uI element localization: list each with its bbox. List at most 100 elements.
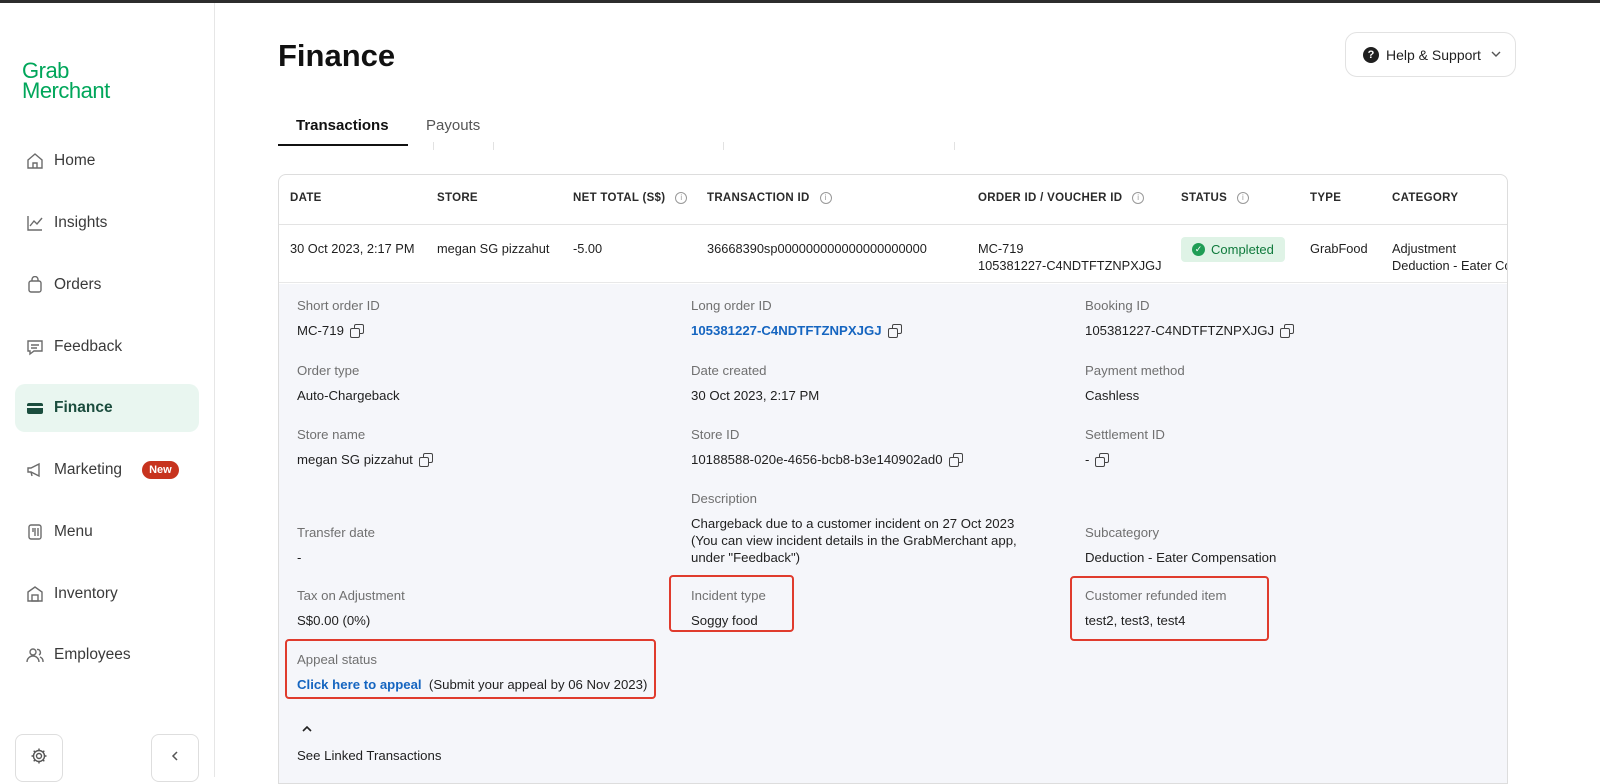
column-header-transaction-id[interactable]: TRANSACTION ID i xyxy=(707,192,832,204)
filter-divider xyxy=(493,142,494,150)
info-icon[interactable]: i xyxy=(1132,192,1145,204)
sidebar-item-home[interactable]: Home xyxy=(15,137,199,185)
table-header: DATE STORE NET TOTAL (S$) i TRANSACTION I… xyxy=(279,175,1507,225)
store-name-value: megan SG pizzahut xyxy=(297,452,413,467)
new-badge: New xyxy=(142,461,179,479)
settlement-id-field: Settlement ID - xyxy=(1085,427,1165,468)
sidebar-item-marketing[interactable]: Marketing New xyxy=(15,446,199,494)
sidebar-item-label: Orders xyxy=(54,276,102,293)
order-type-value: Auto-Chargeback xyxy=(297,388,400,403)
gear-icon xyxy=(30,747,48,770)
date-created-value: 30 Oct 2023, 2:17 PM xyxy=(691,388,820,403)
sidebar-item-label: Employees xyxy=(54,646,131,663)
settlement-id-value: - xyxy=(1085,452,1090,467)
column-header-label: NET TOTAL (S$) xyxy=(573,192,666,205)
refunded-item-highlight xyxy=(1070,576,1269,641)
store-id-value: 10188588-020e-4656-bcb8-b3e140902ad0 xyxy=(691,452,943,467)
field-label: Long order ID xyxy=(691,298,772,313)
tax-value: S$0.00 (0%) xyxy=(297,613,371,628)
booking-id-field: Booking ID 105381227-C4NDTFTZNPXJGJ xyxy=(1085,298,1295,339)
linked-transactions-label: See Linked Transactions xyxy=(297,748,442,763)
help-support-button[interactable]: ? Help & Support xyxy=(1345,32,1516,77)
sidebar-item-insights[interactable]: Insights xyxy=(15,199,199,247)
field-label: Order type xyxy=(297,363,360,378)
linked-transactions-toggle[interactable]: See Linked Transactions xyxy=(297,721,441,764)
chart-icon xyxy=(25,213,45,233)
finance-tabs: Transactions Payouts xyxy=(278,110,498,146)
table-row[interactable]: 30 Oct 2023, 2:17 PM megan SG pizzahut -… xyxy=(279,225,1507,283)
sidebar-item-label: Feedback xyxy=(54,338,123,355)
megaphone-icon xyxy=(25,460,45,480)
field-label: Booking ID xyxy=(1085,298,1150,313)
field-label: Short order ID xyxy=(297,298,380,313)
column-header-type[interactable]: TYPE xyxy=(1310,192,1341,204)
grab-merchant-logo[interactable]: Grab Merchant xyxy=(22,60,110,102)
category-line: Adjustment xyxy=(1392,241,1457,256)
bag-icon xyxy=(25,275,45,295)
sidebar-item-menu[interactable]: Menu xyxy=(15,508,199,556)
sidebar-item-label: Finance xyxy=(54,399,113,416)
sidebar-item-finance[interactable]: Finance xyxy=(15,384,199,432)
help-icon: ? xyxy=(1363,46,1379,63)
column-header-store[interactable]: STORE xyxy=(437,192,478,204)
sidebar-item-label: Menu xyxy=(54,523,93,540)
long-order-id-field: Long order ID 105381227-C4NDTFTZNPXJGJ xyxy=(691,298,902,339)
field-label: Settlement ID xyxy=(1085,427,1165,442)
incident-type-highlight xyxy=(669,575,794,632)
order-id: MC-719 xyxy=(978,241,1024,256)
chevron-down-icon xyxy=(1490,47,1502,63)
description-field: Description Chargeback due to a customer… xyxy=(691,491,1031,566)
sidebar-item-label: Home xyxy=(54,152,96,169)
collapse-sidebar-button[interactable] xyxy=(151,734,199,782)
payment-method-field: Payment method Cashless xyxy=(1085,363,1185,404)
column-header-category[interactable]: CATEGORY xyxy=(1392,192,1458,204)
field-label: Payment method xyxy=(1085,363,1185,378)
chevron-left-icon xyxy=(169,749,181,767)
column-header-order-id[interactable]: ORDER ID / VOUCHER ID i xyxy=(978,192,1145,205)
sidebar-item-inventory[interactable]: Inventory xyxy=(15,570,199,618)
sidebar: Grab Merchant Home Insights Orders Feedb… xyxy=(0,3,215,782)
info-icon[interactable]: i xyxy=(1237,192,1250,204)
field-value: - xyxy=(1085,451,1165,468)
chat-icon xyxy=(25,337,45,357)
cell-category: Adjustment Deduction - Eater Co xyxy=(1392,240,1507,274)
copy-icon[interactable] xyxy=(1280,324,1295,338)
sidebar-item-orders[interactable]: Orders xyxy=(15,261,199,309)
store-name-field: Store name megan SG pizzahut xyxy=(297,427,433,468)
menu-icon xyxy=(25,522,45,542)
tax-adjustment-field: Tax on Adjustment S$0.00 (0%) xyxy=(297,588,405,629)
info-icon[interactable]: i xyxy=(819,192,832,204)
column-header-net-total[interactable]: NET TOTAL (S$) i xyxy=(573,192,688,205)
long-order-id-link[interactable]: 105381227-C4NDTFTZNPXJGJ xyxy=(691,323,882,338)
field-value: 105381227-C4NDTFTZNPXJGJ xyxy=(1085,322,1295,339)
transfer-date-field: Transfer date - xyxy=(297,525,375,566)
date-created-field: Date created 30 Oct 2023, 2:17 PM xyxy=(691,363,819,404)
store-id-field: Store ID 10188588-020e-4656-bcb8-b3e1409… xyxy=(691,427,963,468)
sidebar-item-feedback[interactable]: Feedback xyxy=(15,323,199,371)
cell-store: megan SG pizzahut xyxy=(437,241,550,256)
copy-icon[interactable] xyxy=(418,453,433,467)
column-header-label: ORDER ID / VOUCHER ID xyxy=(978,192,1123,205)
help-support-label: Help & Support xyxy=(1386,46,1481,63)
page-title: Finance xyxy=(278,38,396,73)
info-icon[interactable]: i xyxy=(675,192,688,204)
subcategory-value: Deduction - Eater Compensation xyxy=(1085,550,1277,565)
sidebar-item-employees[interactable]: Employees xyxy=(15,631,199,679)
settings-button[interactable] xyxy=(15,734,63,782)
top-border xyxy=(0,0,1600,3)
copy-icon[interactable] xyxy=(1095,453,1110,467)
transactions-table: DATE STORE NET TOTAL (S$) i TRANSACTION I… xyxy=(278,174,1508,784)
store-icon xyxy=(25,584,45,604)
tab-transactions[interactable]: Transactions xyxy=(278,110,408,146)
transfer-date-value: - xyxy=(297,550,302,565)
column-header-status[interactable]: STATUS i xyxy=(1181,192,1250,204)
tab-payouts[interactable]: Payouts xyxy=(408,110,498,146)
voucher-id: 105381227-C4NDTFTZNPXJGJ xyxy=(978,258,1162,273)
copy-icon[interactable] xyxy=(349,324,364,338)
field-value: 10188588-020e-4656-bcb8-b3e140902ad0 xyxy=(691,451,963,468)
copy-icon[interactable] xyxy=(948,453,963,467)
short-order-id-value: MC-719 xyxy=(297,323,344,338)
copy-icon[interactable] xyxy=(887,324,902,338)
column-header-date[interactable]: DATE xyxy=(290,192,322,204)
filter-divider xyxy=(723,142,724,150)
